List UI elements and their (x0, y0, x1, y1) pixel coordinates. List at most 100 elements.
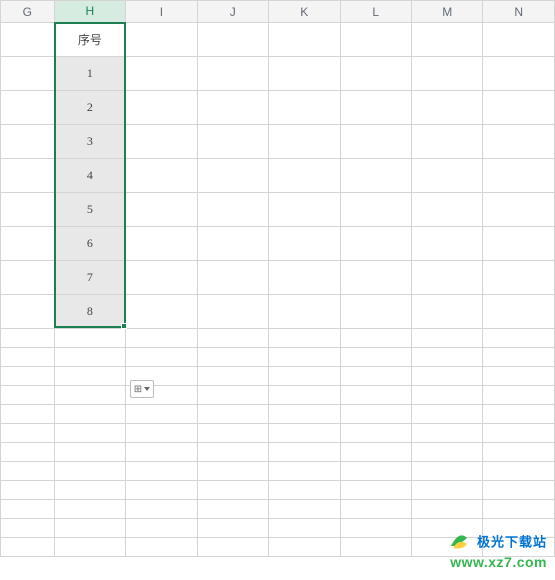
cell[interactable] (483, 91, 555, 125)
cell[interactable] (197, 159, 268, 193)
cell[interactable] (411, 193, 482, 227)
cell[interactable] (197, 538, 268, 557)
cell[interactable] (1, 424, 55, 443)
cell[interactable] (269, 193, 340, 227)
cell[interactable] (126, 500, 197, 519)
cell[interactable] (483, 500, 555, 519)
cell[interactable] (340, 295, 411, 329)
column-header-J[interactable]: J (197, 1, 268, 23)
column-header-H[interactable]: H (54, 1, 126, 23)
cell[interactable] (340, 193, 411, 227)
cell[interactable] (483, 443, 555, 462)
cell[interactable] (197, 519, 268, 538)
cell[interactable] (340, 23, 411, 57)
cell[interactable] (54, 367, 126, 386)
column-header-G[interactable]: G (1, 1, 55, 23)
cell[interactable] (269, 329, 340, 348)
cell[interactable] (1, 443, 55, 462)
cell-number[interactable]: 8 (54, 295, 126, 329)
cell[interactable] (269, 538, 340, 557)
cell[interactable] (269, 261, 340, 295)
column-header-row[interactable]: GHIJKLMN (1, 1, 555, 23)
cell[interactable] (54, 481, 126, 500)
cell[interactable] (1, 367, 55, 386)
cell[interactable] (269, 91, 340, 125)
cell[interactable] (483, 227, 555, 261)
cell[interactable] (411, 125, 482, 159)
cell[interactable] (269, 23, 340, 57)
cell[interactable] (411, 424, 482, 443)
cell[interactable] (269, 386, 340, 405)
cell-header[interactable]: 序号 (54, 23, 126, 57)
cell[interactable] (340, 405, 411, 424)
cell[interactable] (483, 193, 555, 227)
cell[interactable] (269, 462, 340, 481)
cell[interactable] (197, 500, 268, 519)
cell[interactable] (1, 125, 55, 159)
cell[interactable] (1, 405, 55, 424)
cell[interactable] (197, 462, 268, 481)
cell[interactable] (483, 367, 555, 386)
cell[interactable] (411, 348, 482, 367)
cell[interactable] (269, 519, 340, 538)
cell[interactable] (483, 405, 555, 424)
cell[interactable] (1, 91, 55, 125)
cell[interactable] (1, 227, 55, 261)
cell[interactable] (269, 227, 340, 261)
cell[interactable] (411, 443, 482, 462)
cell-number[interactable]: 3 (54, 125, 126, 159)
cell[interactable] (269, 500, 340, 519)
cell[interactable] (126, 329, 197, 348)
cell[interactable] (1, 57, 55, 91)
cell[interactable] (54, 538, 126, 557)
cell[interactable] (411, 295, 482, 329)
autofill-options-button[interactable]: ⊞ (130, 380, 154, 398)
cell[interactable] (340, 57, 411, 91)
cell[interactable] (340, 424, 411, 443)
cell[interactable] (126, 519, 197, 538)
cell[interactable] (126, 443, 197, 462)
cell[interactable] (126, 91, 197, 125)
cell[interactable] (340, 261, 411, 295)
cell[interactable] (269, 295, 340, 329)
cell[interactable] (483, 57, 555, 91)
cell[interactable] (483, 159, 555, 193)
cell[interactable] (269, 159, 340, 193)
cell[interactable] (269, 405, 340, 424)
cell[interactable] (197, 386, 268, 405)
cell[interactable] (126, 227, 197, 261)
cell[interactable] (340, 538, 411, 557)
cell[interactable] (126, 424, 197, 443)
cell[interactable] (54, 348, 126, 367)
cell[interactable] (126, 125, 197, 159)
cell[interactable] (197, 329, 268, 348)
cell[interactable] (411, 481, 482, 500)
cell[interactable] (54, 405, 126, 424)
cell[interactable] (340, 481, 411, 500)
cell-number[interactable]: 7 (54, 261, 126, 295)
cell[interactable] (483, 125, 555, 159)
cell[interactable] (54, 500, 126, 519)
cell[interactable] (269, 443, 340, 462)
cell[interactable] (411, 227, 482, 261)
cell[interactable] (54, 519, 126, 538)
cell[interactable] (411, 261, 482, 295)
cell[interactable] (197, 57, 268, 91)
cell[interactable] (1, 538, 55, 557)
column-header-K[interactable]: K (269, 1, 340, 23)
cell[interactable] (197, 405, 268, 424)
cell[interactable] (54, 462, 126, 481)
cell[interactable] (269, 125, 340, 159)
cell[interactable] (1, 519, 55, 538)
cell[interactable] (483, 481, 555, 500)
cell[interactable] (411, 23, 482, 57)
cell[interactable] (483, 424, 555, 443)
cell[interactable] (197, 424, 268, 443)
cell[interactable] (340, 348, 411, 367)
cell[interactable] (1, 193, 55, 227)
cell[interactable] (340, 500, 411, 519)
cell[interactable] (411, 159, 482, 193)
cell[interactable] (54, 443, 126, 462)
cell-number[interactable]: 1 (54, 57, 126, 91)
column-header-I[interactable]: I (126, 1, 197, 23)
